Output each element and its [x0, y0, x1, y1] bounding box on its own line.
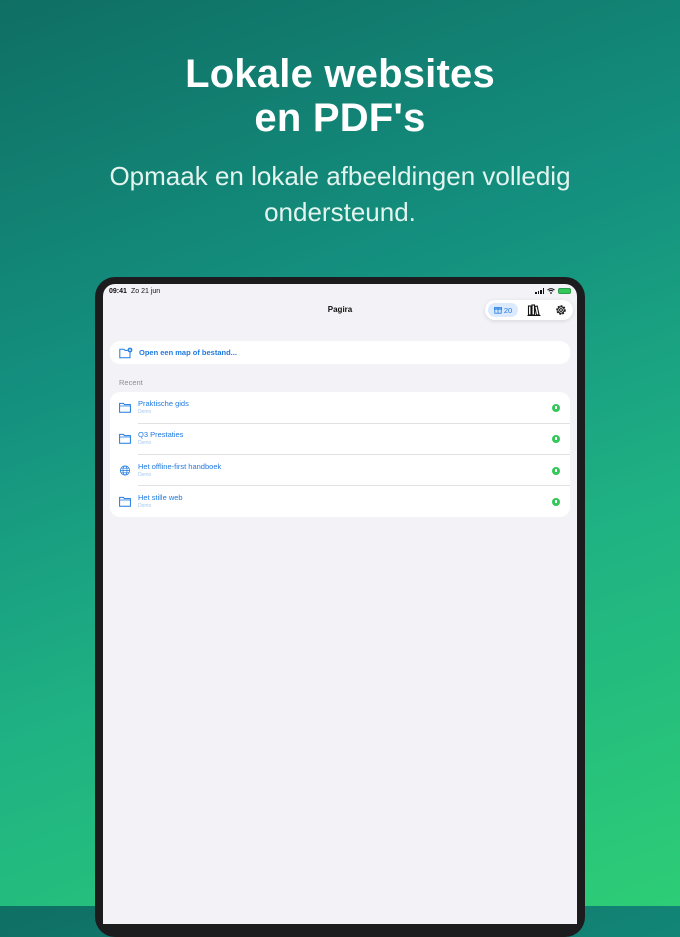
folder-add-icon [119, 347, 133, 358]
subheadline-line-1: Opmaak en lokale afbeeldingen volledig [109, 161, 571, 191]
item-subtitle: Demo [138, 471, 152, 478]
item-title: Praktische gids [138, 399, 189, 408]
status-date: Zo 21 jun [131, 288, 161, 295]
folder-icon [119, 434, 131, 444]
download-status-icon [552, 404, 560, 412]
open-label: Open een map of bestand... [139, 348, 237, 357]
gear-icon[interactable] [554, 303, 568, 317]
download-status-icon [552, 466, 560, 475]
item-subtitle: Demo [138, 502, 152, 509]
wifi-icon [547, 288, 555, 294]
headline-line-1: Lokale websites [185, 52, 495, 96]
item-subtitle: Demo [138, 409, 152, 415]
list-item[interactable]: Het stille web Demo [110, 486, 570, 517]
download-status-icon [552, 435, 560, 444]
list-item[interactable]: Q3 Prestaties Demo [110, 423, 570, 455]
status-indicators [535, 288, 571, 294]
app-screen: 09:41 Zo 21 jun Pagira 20 Open een map o… [103, 284, 577, 924]
headline-line-2: en PDF's [254, 96, 426, 140]
download-status-icon [552, 497, 560, 506]
badge-count: 20 [503, 305, 513, 315]
recent-heading: Recent [119, 378, 143, 387]
signal-icon [535, 288, 544, 294]
globe-icon [120, 465, 130, 475]
item-subtitle: Demo [138, 440, 152, 447]
list-item[interactable]: Praktische gids Demo [110, 392, 570, 424]
gift-badge-button[interactable]: 20 [488, 303, 518, 317]
battery-icon [558, 288, 571, 294]
item-title: Het stille web [138, 492, 183, 502]
status-time: 09:41 [109, 288, 127, 295]
library-icon[interactable] [527, 303, 541, 317]
item-title: Q3 Prestaties [138, 430, 184, 440]
toolbar: 20 [485, 300, 573, 320]
subheadline: Opmaak en lokale afbeeldingen volledig o… [0, 158, 680, 230]
folder-icon [119, 402, 131, 413]
status-bar: 09:41 Zo 21 jun [103, 284, 577, 300]
headline: Lokale websites en PDF's [0, 52, 680, 140]
open-folder-or-file-button[interactable]: Open een map of bestand... [110, 341, 570, 364]
list-item[interactable]: Het offline-first handboek Demo [110, 455, 570, 486]
subheadline-line-2: ondersteund. [264, 197, 416, 227]
item-title: Het offline-first handboek [138, 461, 222, 471]
recent-list: Praktische gids Demo Q3 Prestaties Demo [110, 392, 570, 517]
gift-icon [493, 307, 502, 314]
folder-icon [119, 496, 131, 507]
